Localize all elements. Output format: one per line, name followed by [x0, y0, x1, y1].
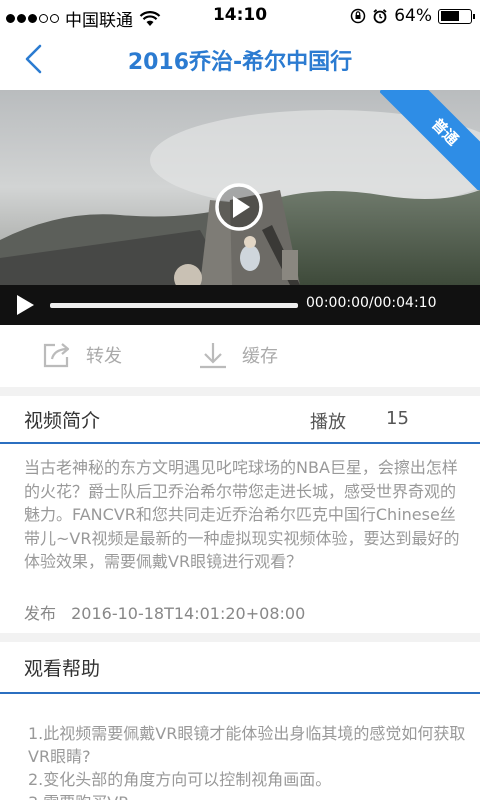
intro-header: 视频简介 播放 15	[0, 396, 480, 444]
share-label: 转发	[86, 346, 122, 367]
cache-button[interactable]: 缓存	[198, 341, 278, 369]
help-title: 观看帮助	[24, 658, 101, 680]
progress-bar[interactable]	[50, 303, 298, 308]
play-icon[interactable]	[14, 293, 36, 317]
battery-icon	[438, 8, 475, 24]
navigation-bar: 2016乔治-希尔中国行	[0, 30, 480, 90]
play-button-icon[interactable]	[214, 182, 264, 232]
download-icon	[200, 343, 226, 369]
publish-info: 发布 2016-10-18T14:01:20+08:00	[24, 600, 315, 624]
time-readout: 00:00:00/00:04:10	[306, 295, 437, 311]
action-bar: 转发 缓存	[0, 325, 480, 387]
help-line: 1.此视频需要佩戴VR眼镜才能体验出身临其境的感觉如何获取VR眼睛?	[28, 724, 466, 766]
publish-label: 发布	[24, 604, 57, 623]
rotation-lock-icon	[350, 8, 366, 24]
battery-percent: 64%	[394, 6, 432, 26]
publish-time: 2016-10-18T14:01:20+08:00	[71, 604, 306, 623]
help-header: 观看帮助	[0, 642, 480, 694]
alarm-icon	[373, 9, 387, 24]
help-line: 3.需要购买VR	[28, 791, 468, 800]
cache-label: 缓存	[242, 346, 278, 367]
viewing-help-section: 观看帮助 1.此视频需要佩戴VR眼镜才能体验出身临其境的感觉如何获取VR眼睛? …	[0, 642, 480, 800]
status-bar: 中国联通 14:10 64%	[0, 0, 480, 31]
intro-title: 视频简介	[24, 410, 101, 432]
video-description: 当古老神秘的东方文明遇见叱咤球场的NBA巨星，会擦出怎样的火花？爵士队后卫乔治希…	[24, 458, 460, 571]
status-right: 64%	[350, 6, 475, 26]
share-button[interactable]: 转发	[42, 341, 122, 369]
quality-badge-label: 普通	[380, 90, 480, 190]
help-line: 2.变化头部的角度方向可以控制视角画面。	[28, 770, 332, 789]
plays-label: 播放	[310, 412, 346, 433]
plays-count: 15	[386, 408, 409, 429]
share-icon	[43, 343, 70, 368]
help-body: 1.此视频需要佩戴VR眼镜才能体验出身临其境的感觉如何获取VR眼睛? 2.变化头…	[28, 722, 468, 800]
page-title: 2016乔治-希尔中国行	[127, 50, 353, 75]
quality-badge: 普通	[380, 90, 480, 190]
video-intro-section: 视频简介 播放 15 当古老神秘的东方文明遇见叱咤球场的NBA巨星，会擦出怎样的…	[0, 396, 480, 633]
video-controls: 00:00:00/00:04:10	[0, 285, 480, 325]
video-player[interactable]: 普通 00:00:00/00:04:10	[0, 90, 480, 325]
